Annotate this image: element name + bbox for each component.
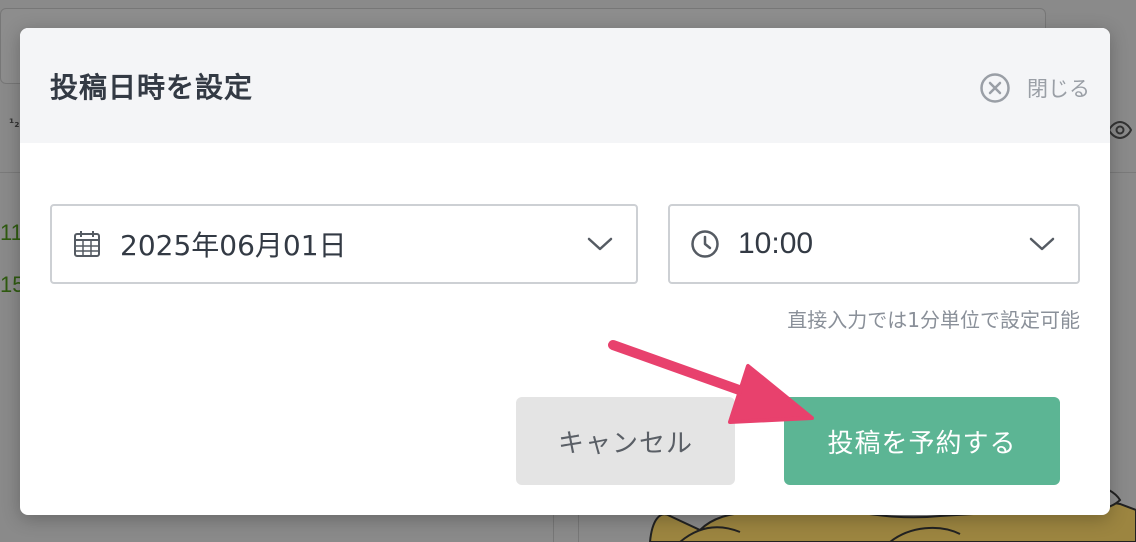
close-button[interactable]: 閉じる bbox=[979, 70, 1090, 106]
chevron-down-icon bbox=[1029, 237, 1055, 251]
input-hint: 直接入力では1分単位で設定可能 bbox=[787, 308, 1080, 332]
schedule-post-button[interactable]: 投稿を予約する bbox=[784, 397, 1060, 485]
close-circle-icon bbox=[980, 73, 1010, 103]
chevron-down-icon bbox=[587, 237, 613, 251]
time-select[interactable]: 10:00 bbox=[668, 204, 1080, 284]
time-value: 10:00 bbox=[738, 227, 814, 260]
close-button-label: 閉じる bbox=[1027, 77, 1090, 101]
dialog-header: 投稿日時を設定 閉じる bbox=[20, 28, 1110, 143]
eye-icon bbox=[1108, 120, 1132, 140]
background-line-number-icon: ¹₂ bbox=[9, 116, 20, 130]
calendar-icon bbox=[74, 231, 100, 257]
cancel-button[interactable]: キャンセル bbox=[516, 397, 735, 485]
dialog-title: 投稿日時を設定 bbox=[50, 71, 254, 104]
clock-icon bbox=[691, 230, 719, 258]
date-value: 2025年06月01日 bbox=[120, 229, 347, 262]
schedule-post-dialog: 投稿日時を設定 閉じる 2025年06月01日 10:00 直接入力では1分単位… bbox=[20, 28, 1110, 515]
date-select[interactable]: 2025年06月01日 bbox=[50, 204, 638, 284]
